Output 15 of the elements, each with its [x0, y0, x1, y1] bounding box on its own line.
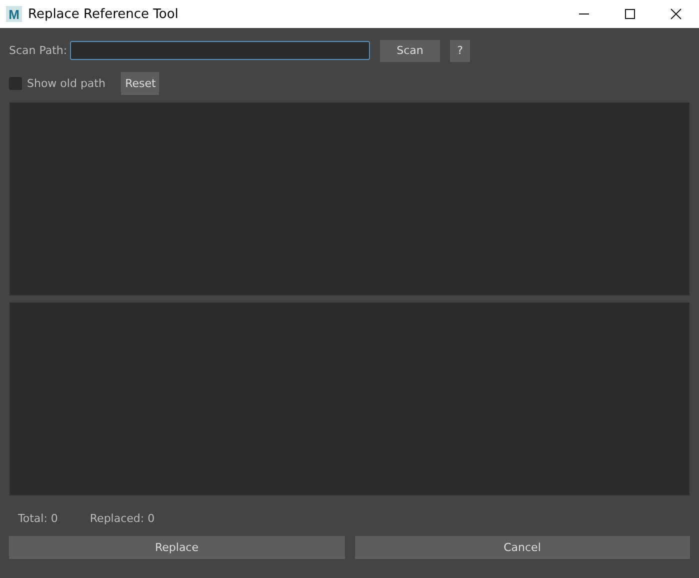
reset-button[interactable]: Reset	[121, 72, 160, 95]
scan-path-label: Scan Path:	[9, 44, 68, 57]
app-logo: M	[6, 6, 22, 22]
close-icon[interactable]	[670, 8, 682, 20]
show-old-path-checkbox[interactable]	[9, 77, 22, 90]
window-title: Replace Reference Tool	[28, 6, 178, 22]
maximize-icon[interactable]	[624, 8, 636, 20]
replace-button[interactable]: Replace	[9, 536, 344, 559]
scan-button[interactable]: Scan	[380, 40, 440, 62]
cancel-button[interactable]: Cancel	[354, 536, 690, 559]
total-count: Total: 0	[18, 512, 58, 526]
replaced-count: Replaced: 0	[90, 512, 155, 526]
show-old-path-label: Show old path	[27, 77, 106, 90]
help-button[interactable]: ?	[450, 40, 470, 62]
scan-path-field[interactable]	[70, 41, 370, 60]
